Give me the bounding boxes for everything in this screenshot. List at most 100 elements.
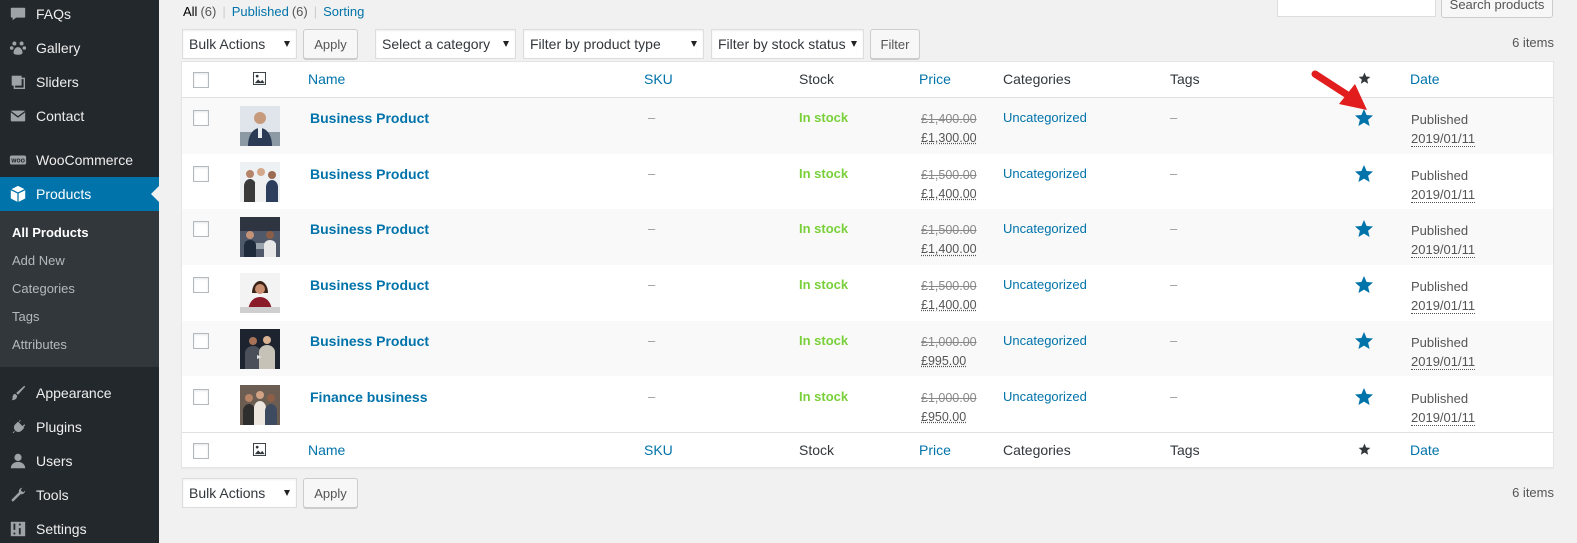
post-date: 2019/01/11	[1411, 409, 1476, 426]
product-thumbnail[interactable]	[240, 217, 280, 258]
category-link[interactable]: Uncategorized	[1003, 389, 1087, 404]
product-name-link[interactable]: Business Product	[310, 333, 429, 349]
featured-column-star-icon[interactable]	[1358, 443, 1371, 459]
menu-contact[interactable]: Contact	[0, 99, 159, 133]
menu-woocommerce[interactable]: WOO WooCommerce	[0, 143, 159, 177]
menu-plugins[interactable]: Plugins	[0, 410, 159, 444]
category-link[interactable]: Uncategorized	[1003, 166, 1087, 181]
speech-bubble-icon	[0, 5, 36, 23]
price-cell: £1,000.00 £995.00	[921, 333, 977, 371]
menu-label: Sliders	[36, 74, 79, 90]
view-all-link[interactable]: All	[183, 4, 197, 19]
view-sorting-link[interactable]: Sorting	[323, 4, 364, 19]
menu-gallery[interactable]: Gallery	[0, 31, 159, 65]
sku-value: –	[648, 388, 656, 404]
row-checkbox[interactable]	[193, 165, 209, 182]
column-categories: Categories	[1003, 71, 1071, 87]
menu-appearance[interactable]: Appearance	[0, 376, 159, 410]
bulk-actions-select-bottom[interactable]: Bulk Actions	[182, 478, 297, 508]
column-sku[interactable]: SKU	[644, 71, 673, 87]
menu-label: Gallery	[36, 40, 81, 56]
submenu-attributes[interactable]: Attributes	[12, 337, 67, 352]
image-column-icon	[253, 72, 266, 88]
column-price-footer[interactable]: Price	[919, 442, 951, 458]
menu-products[interactable]: Products	[0, 177, 159, 211]
regular-price: £1,000.00	[921, 390, 977, 405]
date-cell: Published 2019/01/11	[1411, 166, 1476, 204]
row-checkbox[interactable]	[193, 110, 209, 126]
featured-star-icon[interactable]	[1354, 275, 1374, 295]
apply-button-bottom[interactable]: Apply	[303, 478, 358, 508]
menu-sliders[interactable]: Sliders	[0, 65, 159, 99]
product-thumbnail[interactable]	[240, 384, 280, 425]
search-products-button[interactable]: Search products	[1441, 0, 1553, 18]
post-date: 2019/01/11	[1411, 298, 1476, 315]
date-cell: Published 2019/01/11	[1411, 389, 1476, 427]
apply-button-top[interactable]: Apply	[303, 29, 358, 59]
products-submenu: All Products Add New Categories Tags Att…	[0, 211, 159, 367]
column-name-footer[interactable]: Name	[308, 442, 345, 458]
category-filter-select[interactable]: Select a category	[375, 29, 516, 59]
row-checkbox[interactable]	[193, 332, 209, 349]
column-sku-footer[interactable]: SKU	[644, 442, 673, 458]
featured-star-icon[interactable]	[1354, 219, 1374, 239]
product-thumbnail[interactable]	[240, 328, 280, 369]
featured-star-icon[interactable]	[1354, 387, 1374, 407]
featured-star-icon[interactable]	[1354, 164, 1374, 184]
category-link[interactable]: Uncategorized	[1003, 221, 1087, 236]
menu-settings[interactable]: Settings	[0, 512, 159, 543]
menu-faqs[interactable]: FAQs	[0, 0, 159, 31]
category-link[interactable]: Uncategorized	[1003, 277, 1087, 292]
column-date-footer[interactable]: Date	[1410, 442, 1440, 458]
row-checkbox[interactable]	[193, 221, 209, 238]
view-separator: |	[222, 4, 226, 19]
dropdown-arrow-icon	[284, 490, 290, 496]
category-link[interactable]: Uncategorized	[1003, 110, 1087, 125]
tags-value: –	[1170, 165, 1178, 181]
column-tags-footer: Tags	[1170, 442, 1200, 458]
view-published-link[interactable]: Published	[232, 4, 289, 19]
product-name-link[interactable]: Business Product	[310, 166, 429, 182]
product-type-filter-select[interactable]: Filter by product type	[523, 29, 704, 59]
table-row: Finance business – In stock £1,000.00 £9…	[182, 377, 1553, 433]
featured-star-icon[interactable]	[1354, 331, 1374, 351]
product-type-filter-value: Filter by product type	[530, 36, 661, 52]
submenu-all-products[interactable]: All Products	[12, 225, 89, 240]
menu-label: Settings	[36, 521, 87, 537]
table-footer: Name SKU Stock Price Categories Tags Dat…	[182, 432, 1553, 468]
row-checkbox[interactable]	[193, 277, 209, 294]
products-table: Name SKU Stock Price Categories Tags Dat…	[181, 61, 1554, 468]
post-date: 2019/01/11	[1411, 353, 1476, 370]
product-thumbnail[interactable]	[240, 106, 280, 146]
bulk-actions-select-top[interactable]: Bulk Actions	[182, 29, 297, 59]
product-name-link[interactable]: Business Product	[310, 110, 429, 126]
select-all-checkbox-footer[interactable]	[193, 443, 209, 459]
view-published-count: (6)	[291, 4, 308, 19]
submenu-tags[interactable]: Tags	[12, 309, 39, 324]
post-status: Published	[1411, 390, 1469, 406]
filter-button[interactable]: Filter	[870, 29, 920, 59]
column-price[interactable]: Price	[919, 71, 951, 87]
column-date[interactable]: Date	[1410, 71, 1440, 87]
search-input[interactable]	[1277, 0, 1436, 17]
submenu-categories[interactable]: Categories	[12, 281, 75, 296]
date-cell: Published 2019/01/11	[1411, 333, 1476, 371]
tags-value: –	[1170, 221, 1178, 237]
product-thumbnail[interactable]	[240, 273, 280, 314]
stock-status: In stock	[799, 165, 849, 181]
select-all-checkbox[interactable]	[193, 72, 209, 88]
submenu-add-new[interactable]: Add New	[12, 253, 65, 268]
tags-value: –	[1170, 388, 1178, 404]
stock-status-filter-select[interactable]: Filter by stock status	[711, 29, 864, 59]
product-name-link[interactable]: Business Product	[310, 277, 429, 293]
product-name-link[interactable]: Business Product	[310, 221, 429, 237]
category-link[interactable]: Uncategorized	[1003, 333, 1087, 348]
regular-price: £1,500.00	[921, 223, 977, 238]
column-name[interactable]: Name	[308, 71, 345, 87]
row-checkbox[interactable]	[193, 388, 209, 405]
product-thumbnail[interactable]	[240, 161, 280, 202]
product-name-link[interactable]: Finance business	[310, 389, 427, 405]
menu-users[interactable]: Users	[0, 444, 159, 478]
dropdown-arrow-icon	[284, 41, 290, 47]
menu-tools[interactable]: Tools	[0, 478, 159, 512]
